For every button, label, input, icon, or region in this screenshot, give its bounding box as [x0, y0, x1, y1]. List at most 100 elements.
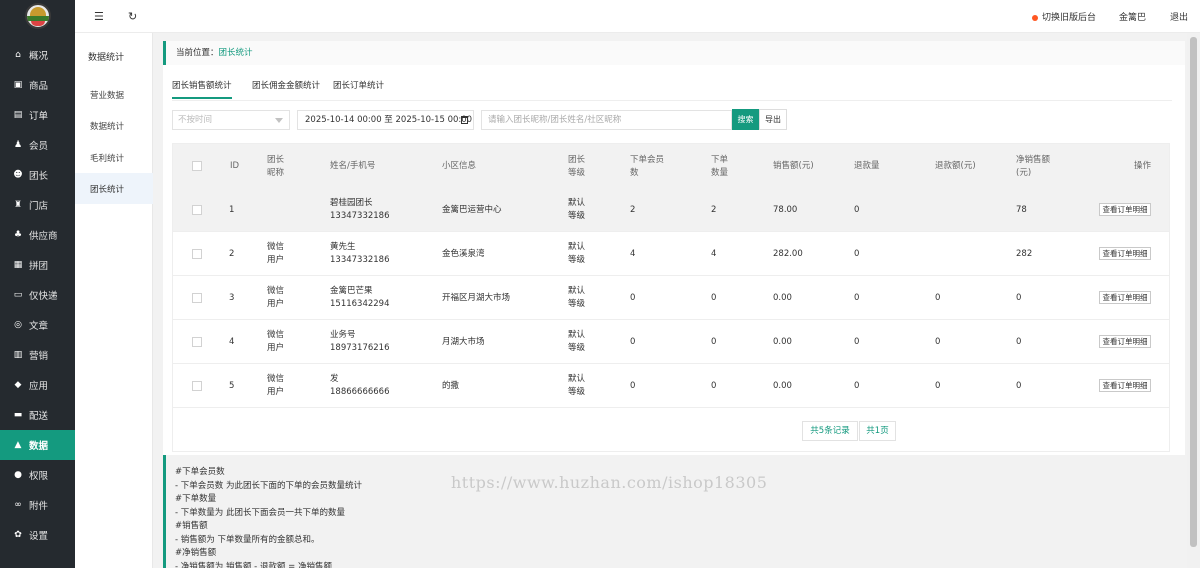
sidebar-item-label: 设置	[29, 531, 49, 542]
total-pages-badge: 共1页	[859, 421, 896, 441]
marketing-icon: ▥	[13, 350, 23, 360]
cell-nickname: 微信 用户	[267, 330, 285, 353]
cell-sales: 0.00	[773, 293, 792, 303]
breadcrumb-current[interactable]: 团长统计	[219, 48, 253, 58]
sidebar-item-14[interactable]: ● 权限	[0, 460, 75, 490]
table-row: 2 微信 用户 黄先生 13347332186 金色溪泉湾 默认 等级 4 4 282.00 0 282…	[173, 232, 1169, 276]
sidebar-item-7[interactable]: ▦ 拼团	[0, 250, 75, 280]
calendar-icon	[461, 116, 468, 124]
sidebar-item-6[interactable]: ♣ 供应商	[0, 220, 75, 250]
subnav-item-data-stats[interactable]: 数据统计	[75, 110, 153, 141]
cell-name-phone: 业务号 18973176216	[330, 330, 390, 353]
row-checkbox[interactable]	[192, 249, 202, 259]
note-line: #销售额	[175, 521, 208, 531]
cell-net-sales: 0	[1016, 381, 1022, 391]
row-checkbox[interactable]	[192, 381, 202, 391]
row-checkbox[interactable]	[192, 205, 202, 215]
express-icon: ▭	[13, 290, 23, 300]
sidebar-item-12[interactable]: ▬ 配送	[0, 400, 75, 430]
cell-refund-qty: 0	[854, 205, 860, 215]
cell-orders: 2	[711, 205, 717, 215]
subnav-item-business-data[interactable]: 营业数据	[75, 79, 153, 110]
sidebar-item-label: 拼团	[29, 261, 49, 272]
sidebar-item-16[interactable]: ✿ 设置	[0, 520, 75, 550]
cell-refund-qty: 0	[854, 381, 860, 391]
logout-link[interactable]: 退出	[1170, 10, 1188, 23]
sidebar-item-label: 数据	[29, 441, 49, 452]
cell-community: 金篱巴运营中心	[442, 205, 502, 215]
view-order-detail-button[interactable]: 查看订单明细	[1099, 247, 1151, 260]
header-name-phone: 姓名/手机号	[330, 161, 376, 171]
subnav-item-gross-profit[interactable]: 毛利统计	[75, 142, 153, 173]
time-filter-select[interactable]: 不按时间	[172, 110, 290, 130]
cell-sales: 282.00	[773, 249, 803, 259]
cell-level: 默认 等级	[568, 198, 586, 221]
store-icon: ♜	[13, 200, 23, 210]
sidebar-item-15[interactable]: ∞ 附件	[0, 490, 75, 520]
sidebar-item-1[interactable]: ▣ 商品	[0, 70, 75, 100]
sidebar-item-2[interactable]: ▤ 订单	[0, 100, 75, 130]
header-id: ID	[230, 161, 240, 171]
tab-leader-sales[interactable]: 团长销售额统计	[172, 79, 232, 99]
user-name[interactable]: 金篱巴	[1119, 10, 1146, 23]
table-row: 4 微信 用户 业务号 18973176216 月湖大市场 默认 等级 0 0 0.00 0 0 0 查看订…	[173, 320, 1169, 364]
cell-sales: 0.00	[773, 381, 792, 391]
sub-sidebar-title: 数据统计	[88, 53, 125, 63]
total-records-badge: 共5条记录	[802, 421, 858, 441]
cell-id: 3	[229, 293, 235, 303]
view-order-detail-button[interactable]: 查看订单明细	[1099, 379, 1151, 392]
chart-icon: ▲	[14, 440, 22, 450]
sidebar-item-8[interactable]: ▭ 仅快递	[0, 280, 75, 310]
cell-community: 的撒	[442, 381, 460, 391]
cell-nickname: 微信 用户	[267, 286, 285, 309]
cell-orders: 4	[711, 249, 717, 259]
gear-icon: ✿	[14, 530, 22, 540]
refresh-icon[interactable]: ↻	[128, 10, 137, 23]
tab-leader-orders[interactable]: 团长订单统计	[333, 79, 384, 99]
note-line: - 下单会员数 为此团长下面的下单的会员数量统计	[175, 480, 362, 491]
cell-members: 0	[630, 293, 636, 303]
switch-old-admin-link[interactable]: 切换旧版后台	[1032, 10, 1096, 23]
sidebar-item-5[interactable]: ♜ 门店	[0, 190, 75, 220]
sidebar-item-13[interactable]: ▲ 数据	[0, 430, 75, 460]
view-order-detail-button[interactable]: 查看订单明细	[1099, 291, 1151, 304]
sidebar-item-label: 供应商	[29, 231, 58, 242]
menu-collapse-icon[interactable]: ☰	[94, 10, 104, 23]
tab-leader-commission[interactable]: 团长佣金金额统计	[252, 79, 320, 99]
sidebar-item-9[interactable]: ◎ 文章	[0, 310, 75, 340]
date-range-input[interactable]: 2025-10-14 00:00 至 2025-10-15 00:00	[297, 110, 474, 130]
sidebar-item-4[interactable]: ☻ 团长	[0, 160, 75, 190]
cell-name-phone: 碧桂园团长 13347332186	[330, 198, 390, 221]
cell-members: 4	[630, 249, 636, 259]
chevron-down-icon	[275, 118, 283, 123]
cell-level: 默认 等级	[568, 286, 586, 309]
view-order-detail-button[interactable]: 查看订单明细	[1099, 203, 1151, 216]
cell-name-phone: 发 18866666666	[330, 374, 390, 397]
sidebar-item-label: 权限	[29, 471, 49, 482]
search-button[interactable]: 搜索	[732, 109, 759, 130]
subnav-item-leader-stats[interactable]: 团长统计	[75, 173, 153, 204]
view-order-detail-button[interactable]: 查看订单明细	[1099, 335, 1151, 348]
sidebar-item-label: 配送	[29, 411, 49, 422]
row-checkbox[interactable]	[192, 337, 202, 347]
row-checkbox[interactable]	[192, 293, 202, 303]
sidebar-item-3[interactable]: ♟ 会员	[0, 130, 75, 160]
search-input[interactable]: 请输入团长昵称/团长姓名/社区昵称	[481, 110, 732, 130]
cell-level: 默认 等级	[568, 242, 586, 265]
select-all-checkbox[interactable]	[192, 161, 202, 171]
leader-stats-table: ID 团长 昵称 姓名/手机号 小区信息 团长 等级 下单会员数 下单 数量 销售额(…	[172, 143, 1170, 452]
sidebar-item-0[interactable]: ⌂ 概况	[0, 40, 75, 70]
cell-level: 默认 等级	[568, 330, 586, 353]
scrollbar-thumb[interactable]	[1190, 37, 1197, 547]
header-sales: 销售额(元)	[773, 161, 814, 171]
sidebar-item-10[interactable]: ▥ 营销	[0, 340, 75, 370]
breadcrumb: 当前位置：团长统计	[163, 41, 1185, 65]
cell-id: 4	[229, 337, 235, 347]
table-row: 1 碧桂园团长 13347332186 金篱巴运营中心 默认 等级 2 2 78.00 0 78 查看…	[173, 188, 1169, 232]
brand-logo[interactable]	[25, 3, 51, 29]
header-refund-amount: 退款额(元)	[935, 161, 976, 171]
page-scrollbar[interactable]	[1187, 33, 1200, 568]
export-button[interactable]: 导出	[759, 109, 787, 130]
sidebar-item-label: 文章	[29, 321, 49, 332]
sidebar-item-11[interactable]: ◆ 应用	[0, 370, 75, 400]
